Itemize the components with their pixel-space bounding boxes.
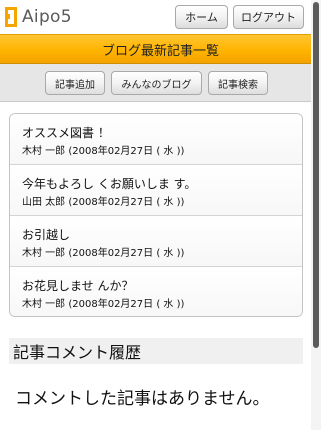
logout-button[interactable]: ログアウト (233, 5, 304, 29)
app-header: Aipo5 ホーム ログアウト (0, 0, 321, 34)
post-item[interactable]: お花見しませ んか？ 木村 一郎 (2008年02月27日 ( 水 )) (10, 267, 302, 316)
add-post-button[interactable]: 記事追加 (45, 71, 105, 95)
everyones-blog-button[interactable]: みんなのブログ (111, 71, 202, 95)
post-item[interactable]: 今年もよろし くお願いしま す。 山田 太郎 (2008年02月27日 ( 水 … (10, 165, 302, 216)
post-item[interactable]: オススメ図書 ！ 木村 一郎 (2008年02月27日 ( 水 )) (10, 114, 302, 165)
logo-text: Aipo5 (22, 7, 72, 27)
post-meta: 木村 一郎 (2008年02月27日 ( 水 )) (22, 248, 185, 259)
post-title: 今年もよろし くお願いしま す。 (22, 177, 197, 191)
page-title-bar: ブログ最新記事一覧 (0, 34, 321, 64)
post-title: オススメ図書 ！ (22, 126, 110, 140)
post-title: お花見しませ んか？ (22, 279, 134, 293)
blog-subnav: 記事追加 みんなのブログ 記事検索 (0, 64, 321, 102)
post-meta: 山田 太郎 (2008年02月27日 ( 水 )) (22, 197, 185, 208)
comment-history-heading: 記事コメント履歴 (9, 338, 303, 364)
no-comments-message: コメントした記事はありません。 (15, 389, 270, 409)
post-list: オススメ図書 ！ 木村 一郎 (2008年02月27日 ( 水 )) 今年もよろ… (9, 113, 303, 317)
post-title: お引越し (22, 228, 71, 242)
post-meta: 木村 一郎 (2008年02月27日 ( 水 )) (22, 299, 185, 310)
scrollbar-thumb[interactable] (313, 2, 319, 348)
post-item[interactable]: お引越し 木村 一郎 (2008年02月27日 ( 水 )) (10, 216, 302, 267)
aipo-logo-icon (4, 6, 18, 28)
page-title: ブログ最新記事一覧 (101, 43, 219, 59)
home-button[interactable]: ホーム (175, 5, 228, 29)
aipo-logo[interactable]: Aipo5 (4, 4, 72, 30)
search-posts-button[interactable]: 記事検索 (208, 71, 268, 95)
post-meta: 木村 一郎 (2008年02月27日 ( 水 )) (22, 146, 185, 157)
comment-history-title: 記事コメント履歴 (13, 343, 142, 362)
